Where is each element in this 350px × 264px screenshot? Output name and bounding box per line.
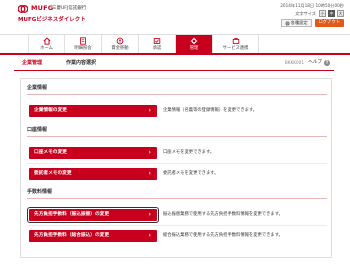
change-payee-fee-transfer-label: 先方負担手数料（振込振替）の変更	[34, 212, 110, 218]
change-consignor-memo-description: 委託者メモを変更できます。	[163, 171, 219, 176]
font-size-control: 文字サイズ 小 中 大	[295, 10, 344, 17]
change-company-info-description: 企業情報（名義等の登録情報）を変更できます。	[163, 108, 258, 113]
change-payee-fee-bulk-transfer-button[interactable]: 先方負担手数料（総合振込）の変更 ›	[29, 230, 157, 242]
home-icon	[42, 37, 51, 45]
section-divider	[27, 198, 327, 199]
nav-home[interactable]: ホーム	[28, 35, 65, 53]
font-size-small-button[interactable]: 小	[319, 10, 326, 17]
change-payee-fee-transfer-button[interactable]: 先方負担手数料（振込振替）の変更 ›	[27, 207, 159, 223]
mufg-logo-icon	[18, 5, 28, 13]
settings-label: 各種設定	[290, 20, 308, 25]
statement-icon	[80, 37, 86, 45]
change-consignor-memo-button[interactable]: 委託者メモの変更 ›	[29, 168, 157, 180]
help-label: ヘルプ	[308, 60, 322, 66]
settings-button[interactable]: 各種設定	[280, 19, 312, 27]
approval-icon	[153, 38, 161, 44]
change-consignor-memo-label: 委託者メモの変更	[34, 171, 72, 177]
service-link-icon	[232, 37, 239, 44]
row-divider	[27, 163, 327, 164]
page-category: 企業管理	[22, 60, 43, 66]
title-divider	[14, 70, 334, 71]
task-selection-panel: 企業情報 企業情報の変更 › 企業情報（名義等の登録情報）を変更できます。 口座…	[20, 78, 332, 258]
transfer-icon	[116, 37, 124, 45]
utility-links: 各種設定 ログアウト	[280, 19, 344, 27]
section-heading-fee-info: 手数料情報	[27, 189, 53, 195]
bank-name: 三菱UFJ信託銀行	[52, 6, 87, 11]
chevron-right-icon: ›	[148, 149, 151, 156]
chevron-right-icon: ›	[148, 170, 151, 177]
change-company-info-button[interactable]: 企業情報の変更 ›	[29, 105, 157, 117]
nav-admin[interactable]: 管理	[176, 35, 213, 53]
screen-id: BKKK001	[284, 60, 304, 66]
row-divider	[27, 225, 327, 226]
change-payee-fee-bulk-transfer-description: 総合振込業務で使用する先方負担手数料情報を変更できます。	[163, 233, 283, 238]
nav-service-link-label: サービス連携	[222, 45, 249, 51]
nav-home-label: ホーム	[40, 45, 53, 51]
nav-transfer[interactable]: 資金移動	[102, 35, 139, 53]
logout-button[interactable]: ログアウト	[314, 19, 344, 27]
app-name: MUFGビジネスダイレクト	[18, 17, 86, 23]
page-title: 作業内容選択	[66, 60, 97, 66]
nav-approval[interactable]: 承認	[139, 35, 176, 53]
admin-icon	[190, 37, 198, 45]
gear-icon	[285, 21, 290, 25]
help-link[interactable]: ヘルプ ?	[308, 60, 330, 66]
font-size-label: 文字サイズ	[295, 10, 316, 16]
section-heading-account-info: 口座情報	[27, 127, 48, 133]
global-nav: ホーム 明細照会 資金移動 承認 管理 サービス連携	[0, 34, 350, 55]
section-heading-company-info: 企業情報	[27, 85, 48, 91]
nav-service-link[interactable]: サービス連携	[213, 35, 259, 53]
section-divider	[27, 136, 327, 137]
nav-statement[interactable]: 明細照会	[65, 35, 102, 53]
chevron-right-icon: ›	[148, 232, 151, 239]
nav-transfer-label: 資金移動	[111, 45, 129, 51]
change-account-memo-label: 口座メモの変更	[34, 150, 67, 156]
header: MUFG 三菱UFJ信託銀行 MUFGビジネスダイレクト 2014年11月18日…	[0, 0, 350, 34]
change-payee-fee-transfer-description: 振込振替業務で使用する先方負担手数料情報を変更できます。	[163, 212, 283, 217]
change-payee-fee-bulk-transfer-label: 先方負担手数料（総合振込）の変更	[34, 233, 110, 239]
change-account-memo-description: 口座メモを変更できます。	[163, 150, 215, 155]
chevron-right-icon: ›	[148, 107, 151, 114]
font-size-medium-button[interactable]: 中	[328, 10, 335, 17]
help-icon: ?	[324, 60, 330, 66]
chevron-right-icon: ›	[148, 211, 151, 218]
nav-statement-label: 明細照会	[74, 45, 92, 51]
change-account-memo-button[interactable]: 口座メモの変更 ›	[29, 147, 157, 159]
section-divider	[27, 94, 327, 95]
login-timestamp: 2014年11月18日 10時50分00秒	[280, 3, 344, 8]
page-title-bar: 企業管理 作業内容選択 BKKK001 ヘルプ ?	[14, 57, 334, 69]
brand-logo-text: MUFG	[31, 4, 54, 12]
font-size-large-button[interactable]: 大	[337, 10, 344, 17]
nav-admin-label: 管理	[189, 45, 199, 51]
nav-approval-label: 承認	[152, 45, 162, 51]
change-company-info-label: 企業情報の変更	[34, 108, 67, 114]
